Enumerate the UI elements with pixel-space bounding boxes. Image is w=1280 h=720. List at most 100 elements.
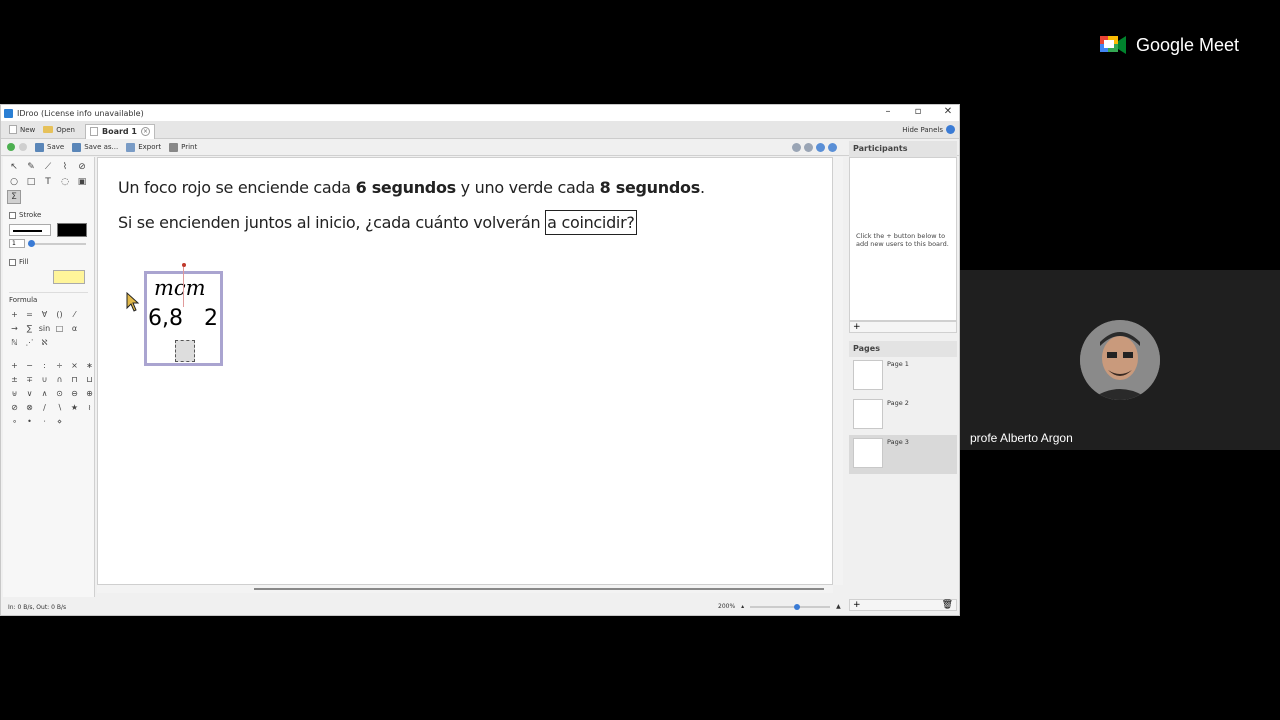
fill-color-picker[interactable] xyxy=(53,270,85,284)
plus-template-icon[interactable]: + xyxy=(8,308,21,321)
minus-symbol-icon[interactable]: − xyxy=(23,359,36,372)
open-button[interactable]: Open xyxy=(43,126,75,134)
minusplus-symbol-icon[interactable]: ∓ xyxy=(23,373,36,386)
formula-mcm: mcm xyxy=(154,276,206,300)
tab-bar: New Open Board 1 × Hide Panels xyxy=(1,121,959,139)
highlighter-tool-icon[interactable]: ⟋ xyxy=(41,160,55,174)
zoom-slider[interactable] xyxy=(750,603,831,610)
save-button[interactable]: Save xyxy=(35,142,64,152)
image-tool-icon[interactable]: ▣ xyxy=(75,175,89,189)
intersection-symbol-icon[interactable]: ∩ xyxy=(53,373,66,386)
add-page-icon[interactable]: + xyxy=(853,600,861,610)
wreath-symbol-icon[interactable]: ≀ xyxy=(83,401,96,414)
zoom-knob[interactable] xyxy=(794,603,801,610)
close-icon[interactable]: ✕ xyxy=(943,106,953,117)
oslash-symbol-icon[interactable]: ⊘ xyxy=(8,401,21,414)
divide-symbol-icon[interactable]: ÷ xyxy=(53,359,66,372)
slider-knob[interactable] xyxy=(28,239,35,247)
back-icon[interactable] xyxy=(7,143,15,151)
sqcap-symbol-icon[interactable]: ⊓ xyxy=(68,373,81,386)
fullscreen-icon[interactable] xyxy=(792,143,801,152)
pencil-tool-icon[interactable]: ✎ xyxy=(24,160,38,174)
forward-icon[interactable] xyxy=(19,143,27,151)
plus-symbol-icon[interactable]: + xyxy=(8,359,21,372)
settings-icon[interactable] xyxy=(804,143,813,152)
odot-symbol-icon[interactable]: ⊙ xyxy=(53,387,66,400)
formula-tool-icon[interactable]: Σ xyxy=(7,190,21,204)
or-symbol-icon[interactable]: ∨ xyxy=(23,387,36,400)
tab-board-1[interactable]: Board 1 × xyxy=(84,123,155,139)
page-item-3[interactable]: Page 3 xyxy=(849,435,957,474)
whiteboard-canvas[interactable]: Un foco rojo se enciende cada 6 segundos… xyxy=(97,157,833,585)
rectangle-tool-icon[interactable]: □ xyxy=(24,175,38,189)
box-template-icon[interactable]: □ xyxy=(53,322,66,335)
zoom-out-icon[interactable]: ▴ xyxy=(741,603,744,610)
vertical-scrollbar[interactable] xyxy=(833,157,843,585)
operator-symbols: + − : ÷ × ∗ ± ∓ ∪ ∩ ⊓ ⊔ ⊎ ∨ ∧ ⊙ ⊖ ⊕ ⊘ ⊗ xyxy=(3,358,94,429)
plusminus-symbol-icon[interactable]: ± xyxy=(8,373,21,386)
page-item-2[interactable]: Page 2 xyxy=(849,396,957,435)
delete-page-icon[interactable]: 🗑 xyxy=(942,600,953,610)
union-symbol-icon[interactable]: ∪ xyxy=(38,373,51,386)
scrollbar-thumb[interactable] xyxy=(254,588,824,590)
cdot-symbol-icon[interactable]: ⋅ xyxy=(38,415,51,428)
stroke-checkbox[interactable] xyxy=(9,211,16,219)
ominus-symbol-icon[interactable]: ⊖ xyxy=(68,387,81,400)
formula-placeholder[interactable] xyxy=(175,340,195,362)
star-symbol-icon[interactable]: ★ xyxy=(68,401,81,414)
page-item-1[interactable]: Page 1 xyxy=(849,357,957,396)
line2-boxed-text[interactable]: a coincidir? xyxy=(545,210,637,235)
alpha-template-icon[interactable]: α xyxy=(68,322,81,335)
info-icon[interactable] xyxy=(816,143,825,152)
print-button[interactable]: Print xyxy=(169,142,197,152)
save-as-button[interactable]: Save as... xyxy=(72,142,118,152)
minimize-icon[interactable]: – xyxy=(883,106,893,117)
sum-template-icon[interactable]: ∑ xyxy=(23,322,36,335)
eraser-tool-icon[interactable]: ⊘ xyxy=(75,160,89,174)
participant-tile[interactable]: profe Alberto Argon xyxy=(960,270,1280,450)
colon-symbol-icon[interactable]: : xyxy=(38,359,51,372)
dots-template-icon[interactable]: ⋰ xyxy=(23,336,36,349)
fill-section[interactable]: Fill xyxy=(9,258,88,266)
arrow-template-icon[interactable]: → xyxy=(8,322,21,335)
ellipse-tool-icon[interactable]: ○ xyxy=(7,175,21,189)
help-icon[interactable] xyxy=(828,143,837,152)
uplus-symbol-icon[interactable]: ⊎ xyxy=(8,387,21,400)
line-style-dropdown[interactable] xyxy=(9,224,51,236)
brackets-template-icon[interactable]: () xyxy=(53,308,66,321)
zoom-in-icon[interactable]: ▲ xyxy=(836,603,841,610)
comment-tool-icon[interactable]: ◌ xyxy=(58,175,72,189)
otimes-symbol-icon[interactable]: ⊗ xyxy=(23,401,36,414)
maximize-icon[interactable]: ▫ xyxy=(913,106,923,117)
equals-template-icon[interactable]: = xyxy=(23,308,36,321)
stroke-width-slider[interactable] xyxy=(28,239,86,247)
asterisk-symbol-icon[interactable]: ∗ xyxy=(83,359,96,372)
backslash-symbol-icon[interactable]: ∖ xyxy=(53,401,66,414)
stroke-width-input[interactable]: 1 xyxy=(9,239,25,248)
sqcup-symbol-icon[interactable]: ⊔ xyxy=(83,373,96,386)
close-tab-icon[interactable]: × xyxy=(141,127,150,136)
circ-symbol-icon[interactable]: ∘ xyxy=(8,415,21,428)
aleph-template-icon[interactable]: ℵ xyxy=(38,336,51,349)
times-symbol-icon[interactable]: × xyxy=(68,359,81,372)
hide-panels-button[interactable]: Hide Panels xyxy=(902,125,955,134)
naturals-template-icon[interactable]: ℕ xyxy=(8,336,21,349)
text-tool-icon[interactable]: T xyxy=(41,175,55,189)
select-tool-icon[interactable]: ↖ xyxy=(7,160,21,174)
export-button[interactable]: Export xyxy=(126,142,161,152)
bullet-symbol-icon[interactable]: • xyxy=(23,415,36,428)
slash-symbol-icon[interactable]: ∕ xyxy=(38,401,51,414)
add-participant-button[interactable]: + xyxy=(849,321,957,333)
fraction-template-icon[interactable]: ⁄ xyxy=(68,308,81,321)
stroke-color-picker[interactable] xyxy=(57,223,87,237)
forall-template-icon[interactable]: ∀ xyxy=(38,308,51,321)
and-symbol-icon[interactable]: ∧ xyxy=(38,387,51,400)
polyline-tool-icon[interactable]: ⌇ xyxy=(58,160,72,174)
new-button[interactable]: New xyxy=(9,125,35,134)
horizontal-scrollbar[interactable] xyxy=(97,585,833,593)
fill-checkbox[interactable] xyxy=(9,258,16,266)
sin-template-icon[interactable]: sin xyxy=(38,322,51,335)
diamond-symbol-icon[interactable]: ⋄ xyxy=(53,415,66,428)
stroke-section[interactable]: Stroke xyxy=(9,211,88,219)
oplus-symbol-icon[interactable]: ⊕ xyxy=(83,387,96,400)
